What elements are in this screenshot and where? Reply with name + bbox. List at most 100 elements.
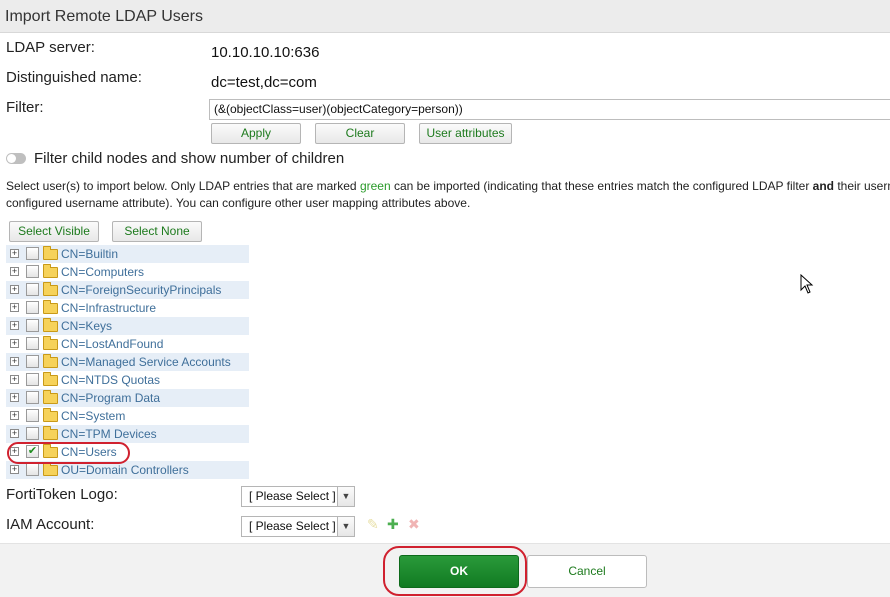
expander-plus-icon[interactable]: + xyxy=(10,249,19,258)
expander-plus-icon[interactable]: + xyxy=(10,447,19,456)
tree-row[interactable]: + CN=Computers xyxy=(6,263,249,281)
instructions-text-line-2: configured username attribute). You can … xyxy=(6,196,471,210)
tree-row-checkbox[interactable] xyxy=(26,301,39,314)
tree-row-label[interactable]: CN=Builtin xyxy=(61,245,118,263)
tree-row[interactable]: + CN=Keys xyxy=(6,317,249,335)
tree-row-label[interactable]: CN=Users xyxy=(61,443,117,461)
folder-icon xyxy=(43,426,58,440)
fortitoken-logo-value: [ Please Select ] xyxy=(249,489,336,503)
folder-icon xyxy=(43,264,58,278)
tree-row-checkbox[interactable] xyxy=(26,373,39,386)
folder-icon xyxy=(43,300,58,314)
mouse-cursor-icon xyxy=(800,274,814,294)
expander-plus-icon[interactable]: + xyxy=(10,285,19,294)
filter-label: Filter: xyxy=(6,99,44,116)
distinguished-name-label: Distinguished name: xyxy=(6,69,142,86)
tree-row[interactable]: + ✔ CN=Users xyxy=(6,443,249,461)
filter-child-nodes-toggle[interactable] xyxy=(6,152,26,164)
tree-row[interactable]: + CN=Builtin xyxy=(6,245,249,263)
instructions-text-3: their userna xyxy=(837,179,890,193)
folder-icon xyxy=(43,318,58,332)
filter-input[interactable]: (&(objectClass=user)(objectCategory=pers… xyxy=(209,99,890,120)
dialog-title: Import Remote LDAP Users xyxy=(0,0,890,33)
tree-row-label[interactable]: OU=Domain Controllers xyxy=(61,461,189,479)
tree-row[interactable]: + CN=NTDS Quotas xyxy=(6,371,249,389)
expander-plus-icon[interactable]: + xyxy=(10,411,19,420)
ldap-server-label: LDAP server: xyxy=(6,39,95,56)
ldap-server-value: 10.10.10.10:636 xyxy=(211,44,320,61)
expander-plus-icon[interactable]: + xyxy=(10,339,19,348)
tree-row-label[interactable]: CN=Managed Service Accounts xyxy=(61,353,231,371)
tree-row-checkbox[interactable] xyxy=(26,409,39,422)
expander-plus-icon[interactable]: + xyxy=(10,321,19,330)
edit-icon[interactable]: ✎ xyxy=(367,516,379,532)
tree-row-label[interactable]: CN=NTDS Quotas xyxy=(61,371,160,389)
clear-button[interactable]: Clear xyxy=(315,123,405,144)
folder-icon xyxy=(43,336,58,350)
tree-row[interactable]: + CN=ForeignSecurityPrincipals xyxy=(6,281,249,299)
tree-row-label[interactable]: CN=LostAndFound xyxy=(61,335,163,353)
folder-icon xyxy=(43,390,58,404)
tree-row-label[interactable]: CN=System xyxy=(61,407,125,425)
apply-button[interactable]: Apply xyxy=(211,123,301,144)
tree-row-checkbox[interactable] xyxy=(26,265,39,278)
select-none-button[interactable]: Select None xyxy=(112,221,202,242)
tree-row-label[interactable]: CN=Program Data xyxy=(61,389,160,407)
tree-row-label[interactable]: CN=ForeignSecurityPrincipals xyxy=(61,281,221,299)
tree-row[interactable]: + OU=Domain Controllers xyxy=(6,461,249,479)
instructions-green-word: green xyxy=(359,179,391,193)
tree-row-checkbox[interactable] xyxy=(26,283,39,296)
tree-row[interactable]: + CN=Infrastructure xyxy=(6,299,249,317)
instructions-text-1: Select user(s) to import below. Only LDA… xyxy=(6,179,360,193)
folder-icon xyxy=(43,462,58,476)
expander-plus-icon[interactable]: + xyxy=(10,429,19,438)
import-instructions: Select user(s) to import below. Only LDA… xyxy=(6,178,890,212)
tree-row-label[interactable]: CN=Computers xyxy=(61,263,144,281)
chevron-down-icon: ▼ xyxy=(337,487,354,506)
cancel-button[interactable]: Cancel xyxy=(527,555,647,588)
tree-row-checkbox[interactable] xyxy=(26,463,39,476)
ldap-tree: + CN=Builtin + CN=Computers + CN=ForeignSecur… xyxy=(6,245,249,479)
iam-account-select[interactable]: [ Please Select ] ▼ xyxy=(241,516,355,537)
instructions-bold-word: and xyxy=(812,179,834,193)
tree-row-checkbox[interactable] xyxy=(26,319,39,332)
folder-icon xyxy=(43,372,58,386)
folder-icon xyxy=(43,246,58,260)
tree-row[interactable]: + CN=TPM Devices xyxy=(6,425,249,443)
instructions-text-2: can be imported (indicating that these e… xyxy=(390,179,813,193)
tree-row[interactable]: + CN=Managed Service Accounts xyxy=(6,353,249,371)
expander-plus-icon[interactable]: + xyxy=(10,465,19,474)
tree-row-label[interactable]: CN=Keys xyxy=(61,317,112,335)
fortitoken-logo-select[interactable]: [ Please Select ] ▼ xyxy=(241,486,355,507)
iam-account-label: IAM Account: xyxy=(6,516,95,533)
tree-row[interactable]: + CN=Program Data xyxy=(6,389,249,407)
tree-row-checkbox[interactable] xyxy=(26,247,39,260)
expander-plus-icon[interactable]: + xyxy=(10,357,19,366)
tree-row[interactable]: + CN=System xyxy=(6,407,249,425)
expander-plus-icon[interactable]: + xyxy=(10,267,19,276)
tree-row-checkbox[interactable]: ✔ xyxy=(26,445,39,458)
expander-plus-icon[interactable]: + xyxy=(10,375,19,384)
distinguished-name-value: dc=test,dc=com xyxy=(211,74,317,91)
chevron-down-icon: ▼ xyxy=(337,517,354,536)
iam-account-value: [ Please Select ] xyxy=(249,519,336,533)
tree-row-checkbox[interactable] xyxy=(26,391,39,404)
folder-icon xyxy=(43,354,58,368)
filter-child-nodes-row: Filter child nodes and show number of ch… xyxy=(6,150,344,167)
folder-icon xyxy=(43,444,58,458)
tree-row-label[interactable]: CN=TPM Devices xyxy=(61,425,157,443)
ok-button[interactable]: OK xyxy=(399,555,519,588)
user-attributes-button[interactable]: User attributes xyxy=(419,123,512,144)
expander-plus-icon[interactable]: + xyxy=(10,303,19,312)
select-visible-button[interactable]: Select Visible xyxy=(9,221,99,242)
add-icon[interactable]: ✚ xyxy=(387,516,399,532)
expander-plus-icon[interactable]: + xyxy=(10,393,19,402)
tree-row-checkbox[interactable] xyxy=(26,427,39,440)
filter-child-nodes-label: Filter child nodes and show number of ch… xyxy=(34,150,345,167)
tree-row[interactable]: + CN=LostAndFound xyxy=(6,335,249,353)
tree-row-label[interactable]: CN=Infrastructure xyxy=(61,299,156,317)
tree-row-checkbox[interactable] xyxy=(26,355,39,368)
folder-icon xyxy=(43,282,58,296)
delete-icon[interactable]: ✖ xyxy=(408,516,420,532)
tree-row-checkbox[interactable] xyxy=(26,337,39,350)
